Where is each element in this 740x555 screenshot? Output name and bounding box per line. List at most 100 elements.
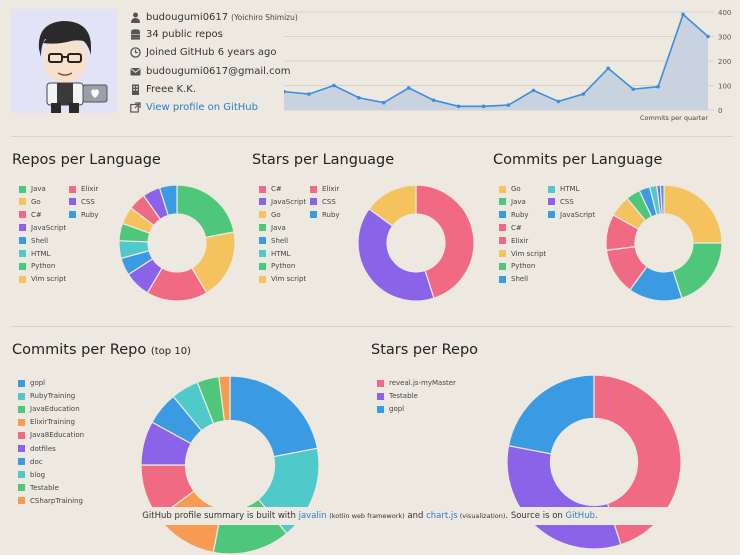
legend-item[interactable]: HTML bbox=[548, 184, 579, 194]
legend-label: Testable bbox=[389, 392, 418, 401]
legend-item[interactable]: CSS bbox=[69, 197, 95, 207]
legend-item[interactable]: Elixir bbox=[499, 236, 528, 246]
legend-swatch bbox=[18, 445, 25, 452]
legend-label: Java8Education bbox=[30, 431, 85, 440]
legend-item[interactable]: ElixirTraining bbox=[18, 417, 75, 427]
footer-github-link[interactable]: GitHub bbox=[566, 511, 595, 521]
legend-label: CSharpTraining bbox=[30, 496, 83, 505]
footer-javalin-link[interactable]: javalin bbox=[299, 511, 327, 521]
avatar bbox=[11, 9, 117, 113]
legend-item[interactable]: JavaScript bbox=[19, 223, 66, 233]
legend-swatch bbox=[310, 211, 317, 219]
profile-company: Freee K.K. bbox=[146, 83, 197, 95]
legend-item[interactable]: Go bbox=[19, 197, 41, 207]
legend-item[interactable]: Python bbox=[499, 261, 535, 271]
legend-item[interactable]: Go bbox=[259, 210, 281, 220]
clock-icon bbox=[130, 46, 141, 58]
footer-chartjs-link[interactable]: chart.js bbox=[426, 511, 458, 521]
y-tick-label: 300 bbox=[718, 34, 731, 42]
legend-item[interactable]: Go bbox=[499, 184, 521, 194]
legend-item[interactable]: Testable bbox=[377, 391, 418, 401]
commits-per-repo-title: Commits per Repo (top 10) bbox=[12, 342, 191, 358]
legend-item[interactable]: C# bbox=[19, 210, 42, 220]
legend-swatch bbox=[499, 198, 506, 206]
donut-slice bbox=[229, 375, 319, 458]
legend-item[interactable]: dotfiles bbox=[18, 444, 56, 454]
legend-item[interactable]: Shell bbox=[259, 236, 288, 246]
legend-swatch bbox=[69, 198, 76, 206]
legend-item[interactable]: Shell bbox=[499, 274, 528, 284]
commits-per-quarter-chart: 0 100 200 300 400 Commits per quarter bbox=[284, 9, 731, 122]
legend-item[interactable]: JavaScript bbox=[259, 197, 306, 207]
legend-item[interactable]: Java bbox=[259, 223, 286, 233]
legend-item[interactable]: HTML bbox=[19, 249, 50, 259]
legend-swatch bbox=[259, 211, 266, 219]
legend-item[interactable]: gopl bbox=[377, 404, 404, 414]
legend-item[interactable]: JavaScript bbox=[548, 210, 595, 220]
legend-label: JavaEducation bbox=[30, 405, 80, 414]
legend-item[interactable]: Python bbox=[19, 261, 55, 271]
legend-label: gopl bbox=[30, 379, 46, 387]
legend-swatch bbox=[548, 185, 555, 193]
legend-label: Java bbox=[511, 197, 526, 206]
legend-item[interactable]: Java bbox=[19, 184, 46, 194]
legend-label: JavaScript bbox=[31, 223, 67, 232]
legend-item[interactable]: Testable bbox=[18, 483, 59, 493]
legend-swatch bbox=[259, 198, 266, 206]
profile-link[interactable]: View profile on GitHub bbox=[146, 102, 258, 113]
legend-item[interactable]: C# bbox=[499, 223, 522, 233]
legend-swatch bbox=[499, 237, 506, 245]
legend-swatch bbox=[548, 211, 555, 219]
legend-item[interactable]: Vim script bbox=[499, 249, 546, 259]
legend-item[interactable]: Ruby bbox=[499, 210, 529, 220]
y-tick-label: 200 bbox=[718, 58, 731, 66]
legend-item[interactable]: Vim script bbox=[259, 274, 306, 284]
legend-item[interactable]: Java bbox=[499, 197, 526, 207]
commits-per-language-title: Commits per Language bbox=[493, 152, 663, 168]
legend-item[interactable]: Python bbox=[259, 261, 295, 271]
legend-swatch bbox=[499, 211, 506, 219]
legend-item[interactable]: Java8Education bbox=[18, 430, 84, 440]
legend-label: Python bbox=[271, 262, 296, 271]
legend-swatch bbox=[18, 405, 25, 413]
data-point bbox=[406, 86, 411, 90]
x-axis-label: Commits per quarter bbox=[640, 114, 708, 122]
legend-label: Go bbox=[31, 197, 41, 206]
legend-label: C# bbox=[31, 210, 42, 219]
legend-item[interactable]: blog bbox=[18, 470, 45, 480]
legend-item[interactable]: Elixir bbox=[69, 184, 98, 194]
legend-item[interactable]: RubyTraining bbox=[18, 391, 75, 401]
legend-item[interactable]: reveal.js-myMaster bbox=[377, 378, 456, 388]
legend-label: CSS bbox=[81, 197, 95, 206]
profile-company-row: Freee K.K. bbox=[130, 80, 196, 98]
y-tick-label: 100 bbox=[718, 83, 731, 91]
legend-swatch bbox=[377, 405, 384, 413]
legend-swatch bbox=[18, 431, 25, 439]
legend-swatch bbox=[259, 237, 266, 245]
profile-email[interactable]: budougumi0617@gmail.com bbox=[146, 66, 290, 77]
legend-item[interactable]: Elixir bbox=[310, 184, 339, 194]
legend-item[interactable]: CSS bbox=[310, 197, 336, 207]
legend-item[interactable]: Shell bbox=[19, 236, 48, 246]
legend-item[interactable]: CSharpTraining bbox=[18, 496, 83, 506]
profile-joined-row: Joined GitHub 6 years ago bbox=[130, 43, 277, 61]
legend-item[interactable]: Ruby bbox=[69, 210, 99, 220]
legend-label: C# bbox=[271, 185, 282, 193]
legend-swatch bbox=[19, 250, 26, 257]
legend-swatch bbox=[69, 211, 76, 219]
data-point bbox=[332, 83, 336, 88]
profile-link-row[interactable]: View profile on GitHub bbox=[130, 98, 258, 116]
legend-item[interactable]: Vim script bbox=[19, 274, 66, 284]
external-link-icon bbox=[130, 101, 141, 113]
legend-item[interactable]: C# bbox=[259, 184, 282, 194]
legend-item[interactable]: doc bbox=[18, 457, 43, 467]
legend-item[interactable]: gopl bbox=[18, 378, 45, 388]
legend-label: Java bbox=[31, 185, 46, 193]
footer-text-1: GitHub profile summary is built with bbox=[142, 511, 299, 521]
legend-item[interactable]: CSS bbox=[548, 197, 574, 207]
envelope-icon bbox=[130, 66, 141, 77]
legend-item[interactable]: JavaEducation bbox=[18, 404, 80, 414]
legend-label: Go bbox=[271, 210, 281, 219]
legend-item[interactable]: Ruby bbox=[310, 210, 340, 220]
legend-item[interactable]: HTML bbox=[259, 249, 290, 259]
